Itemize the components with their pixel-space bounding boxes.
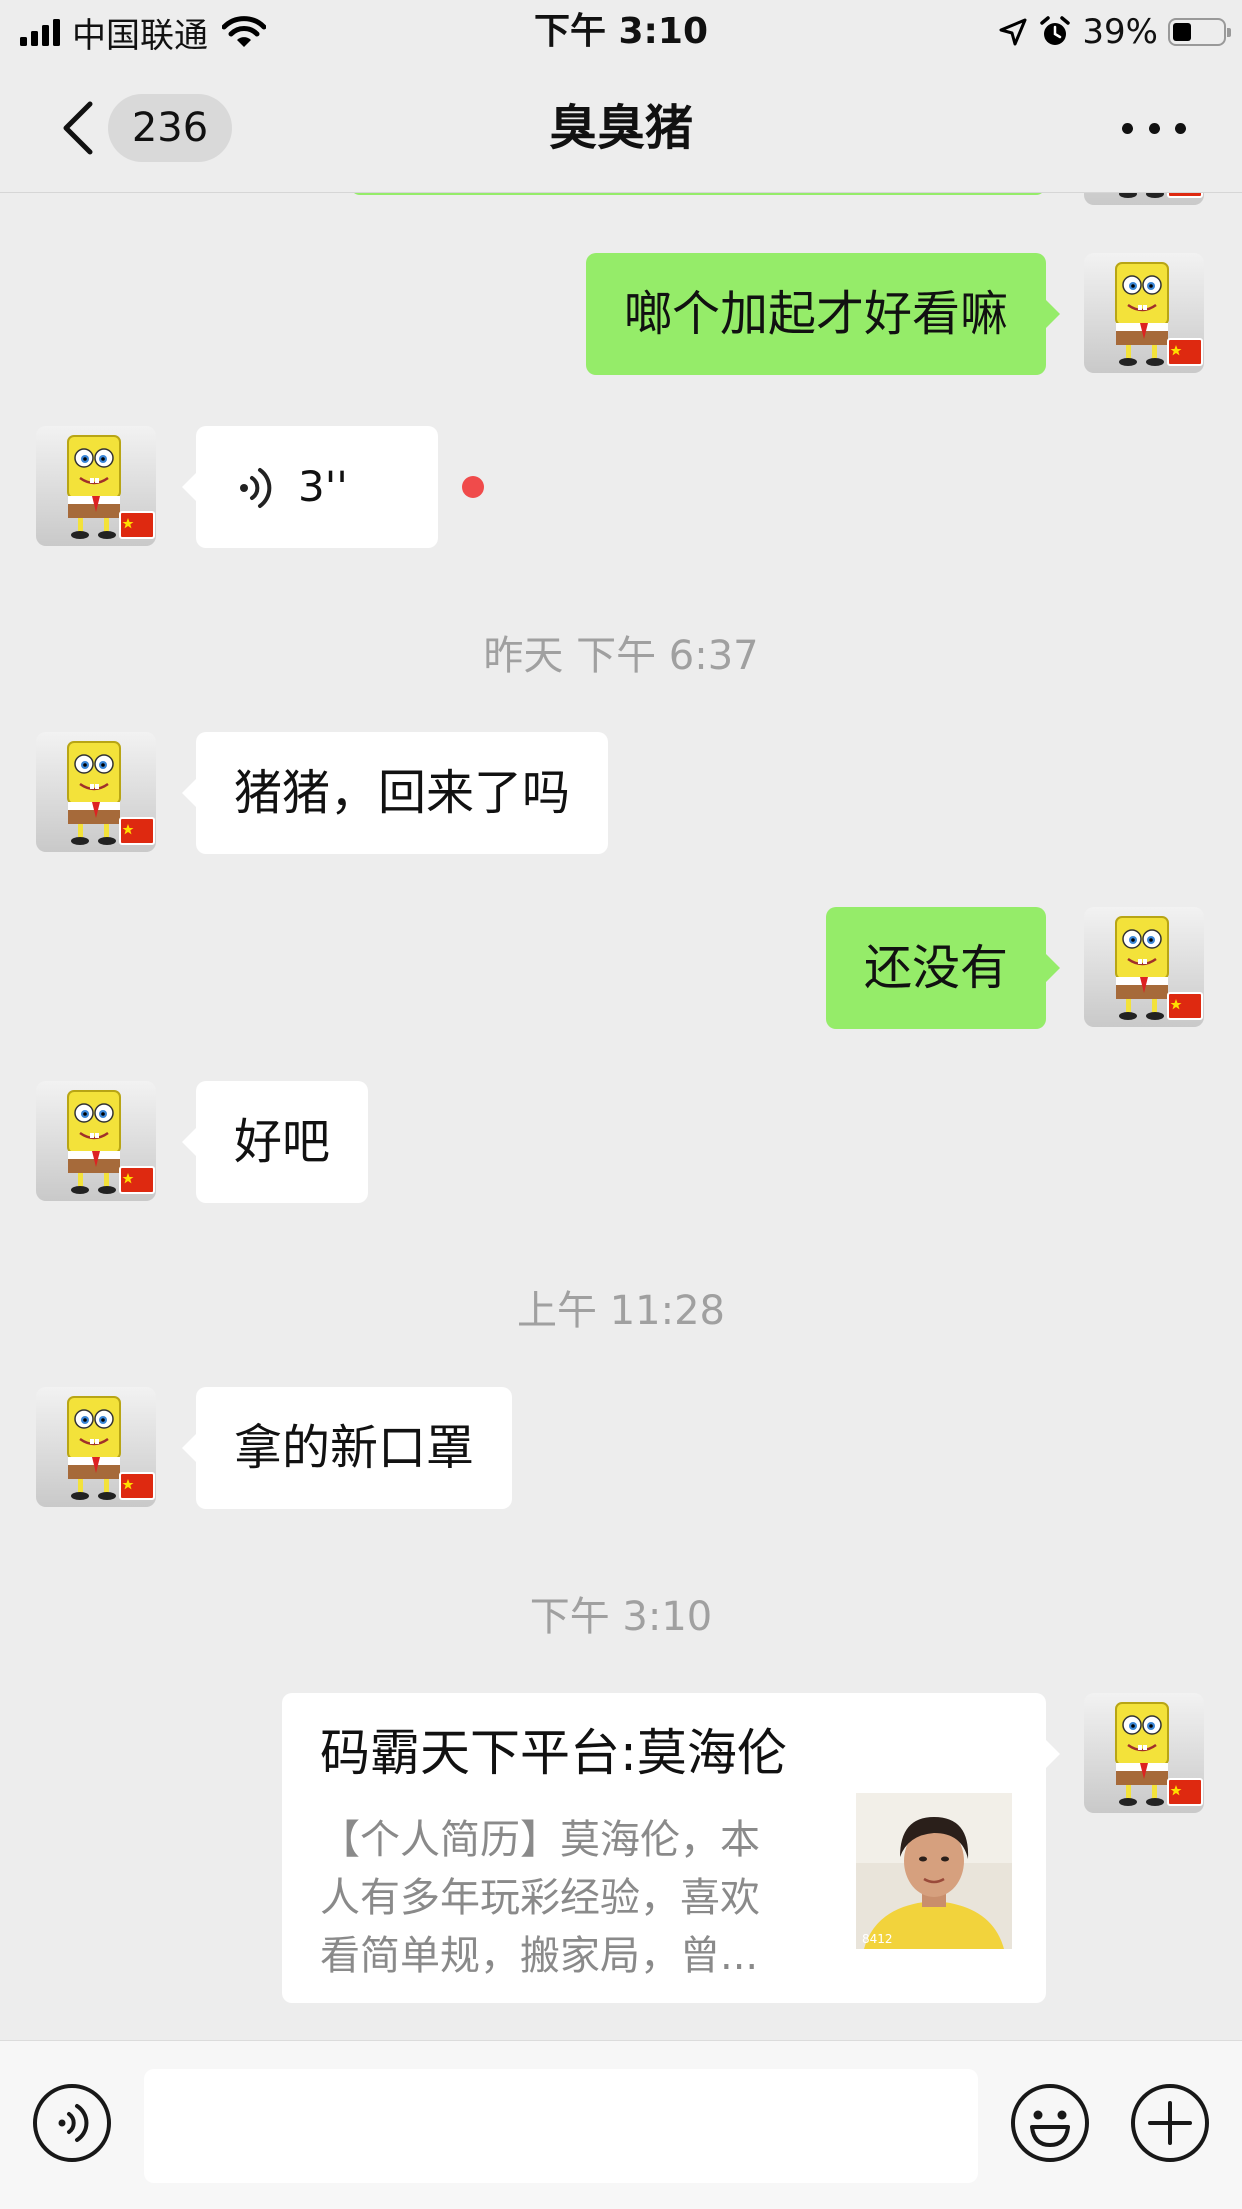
message-bubble-partial[interactable] [350,193,1046,195]
timestamp: 上午 11:28 [517,1288,725,1334]
more-functions-button[interactable] [1130,2083,1210,2163]
avatar-self[interactable] [1084,907,1204,1027]
alarm-icon [1040,16,1071,45]
message-input[interactable] [144,2069,978,2183]
link-card-message[interactable]: 码霸天下平台:莫海伦 【个人简历】莫海伦，本 人有多年玩彩经验，喜欢 看简单规，… [282,1693,1060,2003]
unread-voice-dot [462,476,484,498]
message-bubble-out[interactable]: 还没有 [825,907,1061,1029]
avatar-contact[interactable] [36,1387,156,1507]
avatar-partial[interactable] [1084,193,1204,205]
link-card-thumbnail: 8412 [856,1793,1012,1949]
chat-title: 臭臭猪 [548,100,693,156]
battery-icon [1168,18,1231,46]
battery-percent: 39% [1082,12,1158,52]
emoji-button[interactable] [1010,2083,1090,2163]
status-bar: 中国联通 下午 3:10 39% [0,0,1242,64]
message-bubble-in[interactable]: 猪猪，回来了吗 [181,732,609,854]
message-bubble-in[interactable]: 好吧 [181,1081,369,1203]
chat-messages[interactable]: 啷个加起才好看嘛 3'' 昨天 下午 6:37 猪猪，回来了吗 还没有 好吧 上… [0,193,1242,2040]
avatar-contact[interactable] [36,426,156,546]
more-options-button[interactable] [1122,118,1186,138]
message-bubble-out[interactable]: 啷个加起才好看嘛 [585,253,1061,375]
thumb-caption: 8412 [862,1932,893,1946]
link-card-desc-line: 看简单规，搬家局，曾... [320,1933,759,1979]
link-card-desc-line: 人有多年玩彩经验，喜欢 [320,1875,760,1921]
avatar-contact[interactable] [36,732,156,852]
link-card-desc-line: 【个人简历】莫海伦，本 [320,1817,760,1863]
message-bubble-in[interactable]: 拿的新口罩 [181,1387,513,1509]
avatar-self[interactable] [1084,1693,1204,1813]
location-arrow-icon [999,18,1027,46]
emoji-icon [1011,2084,1089,2162]
voice-duration: 3'' [298,462,348,511]
battery-fill [1173,23,1192,41]
input-bar [0,2040,1242,2209]
voice-input-button[interactable] [32,2083,112,2163]
link-card-title: 码霸天下平台:莫海伦 [320,1724,787,1782]
voice-icon [33,2084,111,2162]
status-right: 39% [998,8,1231,56]
timestamp: 昨天 下午 6:37 [483,633,759,679]
timestamp: 下午 3:10 [529,1594,713,1640]
voice-wave-icon [240,468,272,508]
link-card-description: 【个人简历】莫海伦，本 人有多年玩彩经验，喜欢 看简单规，搬家局，曾... [320,1811,800,1985]
voice-message-bubble[interactable]: 3'' [182,426,438,548]
nav-bar: 236 臭臭猪 [0,64,1242,193]
avatar-contact[interactable] [36,1081,156,1201]
plus-icon [1131,2084,1209,2162]
more-dots-icon [1122,122,1133,134]
avatar-self[interactable] [1084,253,1204,373]
